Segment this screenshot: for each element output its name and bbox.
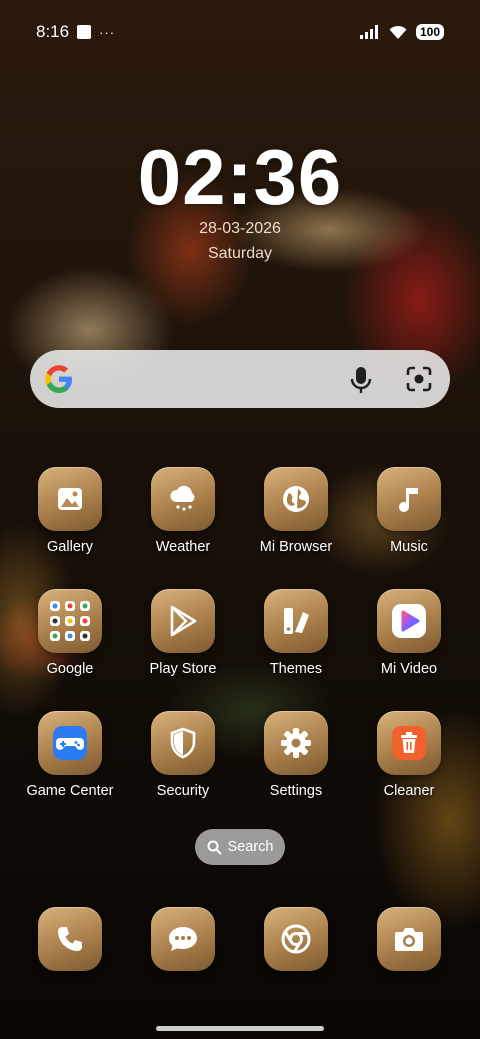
status-time: 8:16 (36, 22, 70, 41)
app-google-folder[interactable]: Google (15, 589, 125, 677)
app-mi-video[interactable]: Mi Video (354, 589, 464, 677)
gallery-icon (38, 467, 102, 531)
app-mi-browser[interactable]: Mi Browser (241, 467, 351, 555)
status-bar: 8:16 ··· 100 (36, 18, 444, 46)
date-text: 28-03-2026 (199, 220, 281, 237)
app-game-center[interactable]: Game Center (15, 711, 125, 799)
notification-icon (77, 25, 92, 39)
clock-widget[interactable]: 02:36 (0, 132, 480, 223)
app-themes[interactable]: Themes (241, 589, 351, 677)
app-weather[interactable]: Weather (128, 467, 238, 555)
browser-icon (264, 467, 328, 531)
day-text: Saturday (207, 245, 273, 262)
app-label: Mi Browser (259, 539, 333, 555)
gear-icon (264, 711, 328, 775)
app-label: Security (156, 783, 210, 799)
battery-icon: 100 (415, 24, 444, 40)
home-indicator[interactable] (156, 1026, 324, 1031)
app-cleaner[interactable]: Cleaner (354, 711, 464, 799)
play-store-icon (151, 589, 215, 653)
dock-chrome[interactable] (241, 907, 351, 971)
dock-camera[interactable] (354, 907, 464, 971)
phone-icon (38, 907, 102, 971)
app-music[interactable]: Music (354, 467, 464, 555)
google-logo-icon (45, 365, 72, 393)
wifi-icon (389, 25, 407, 39)
app-security[interactable]: Security (128, 711, 238, 799)
themes-icon (264, 589, 328, 653)
app-gallery[interactable]: Gallery (15, 467, 125, 555)
app-label: Mi Video (380, 661, 438, 677)
music-icon (377, 467, 441, 531)
app-label: Play Store (149, 661, 217, 677)
app-label: Weather (155, 539, 211, 555)
app-label: Themes (269, 661, 323, 677)
app-label: Settings (269, 783, 323, 799)
trash-icon (377, 711, 441, 775)
app-search-button[interactable]: Search (195, 829, 285, 865)
google-search-bar[interactable] (30, 350, 450, 408)
weather-icon (151, 467, 215, 531)
lens-icon[interactable] (406, 366, 432, 392)
video-icon (377, 589, 441, 653)
chrome-icon (264, 907, 328, 971)
dock-phone[interactable] (15, 907, 125, 971)
app-play-store[interactable]: Play Store (128, 589, 238, 677)
camera-icon (377, 907, 441, 971)
shield-icon (151, 711, 215, 775)
mic-icon[interactable] (350, 366, 372, 394)
app-label: Music (390, 539, 428, 555)
game-center-icon (38, 711, 102, 775)
app-label: Cleaner (383, 783, 435, 799)
app-label: Google (46, 661, 94, 677)
signal-icon (359, 25, 378, 39)
dock-messages[interactable] (128, 907, 238, 971)
app-settings[interactable]: Settings (241, 711, 351, 799)
app-label: Gallery (47, 539, 93, 555)
messages-icon (151, 907, 215, 971)
more-notifications-icon: ··· (99, 24, 116, 40)
folder-icon (38, 589, 102, 653)
search-icon (207, 840, 222, 855)
app-search-label: Search (227, 839, 274, 855)
app-label: Game Center (26, 783, 114, 799)
